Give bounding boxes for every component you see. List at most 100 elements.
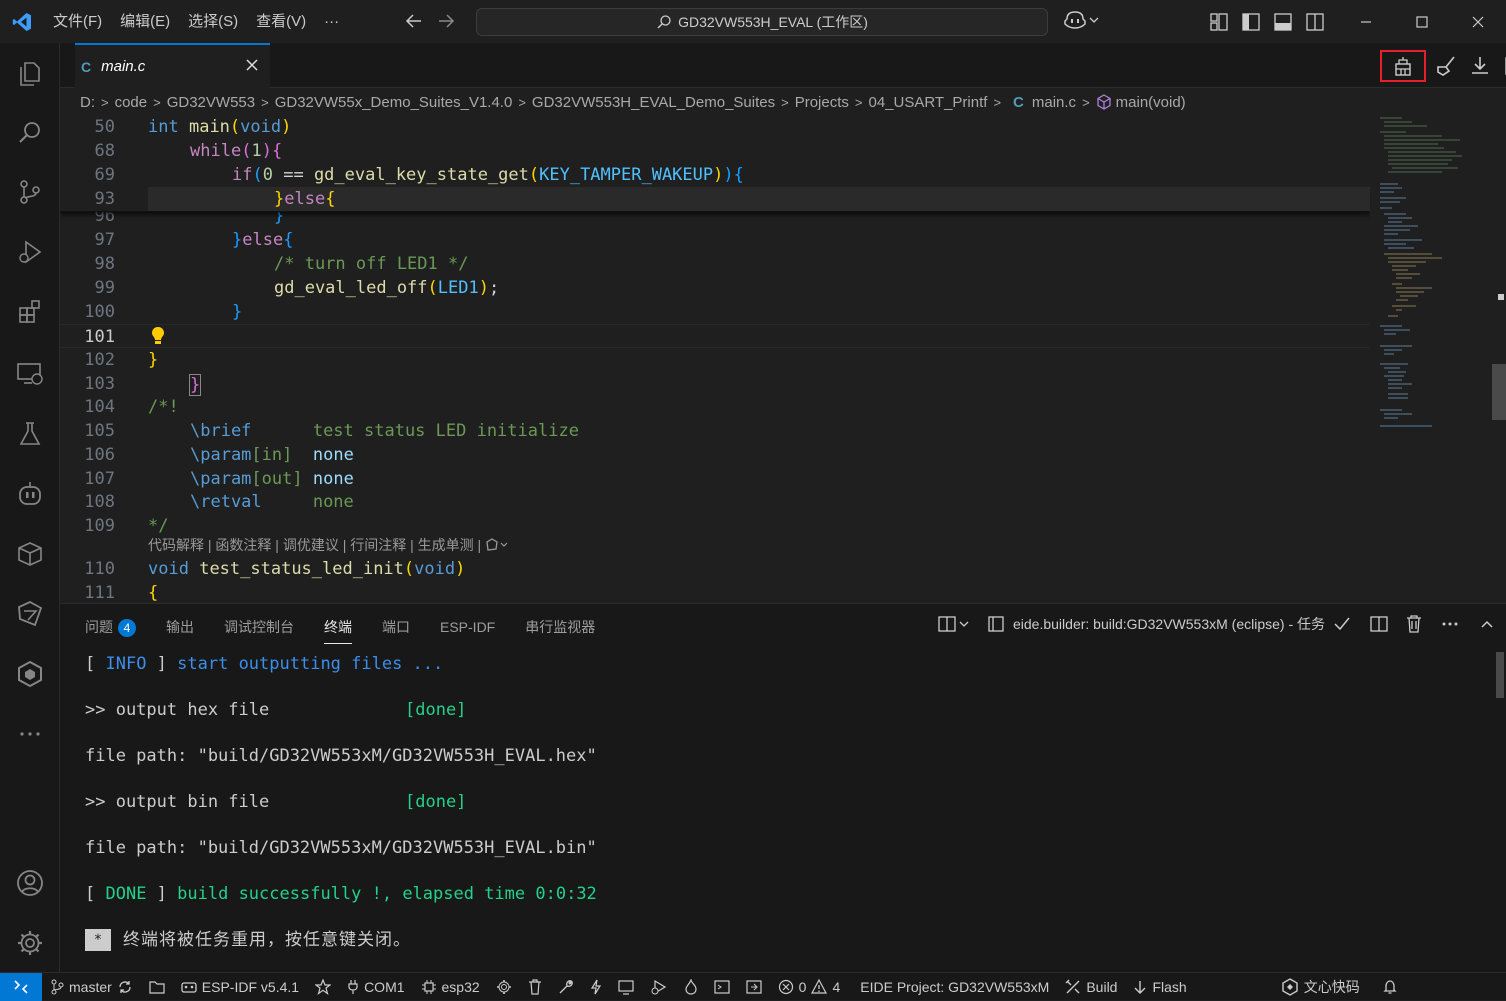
esp-idf-version[interactable]: ESP-IDF v5.4.1 xyxy=(173,973,307,1001)
target-selector[interactable]: esp32 xyxy=(413,973,488,1001)
close-window-icon[interactable] xyxy=(1450,0,1506,43)
flash-bolt-icon[interactable] xyxy=(582,973,610,1001)
toggle-primary-sidebar-icon[interactable] xyxy=(1240,11,1262,33)
full-clean-trash-icon[interactable] xyxy=(520,973,550,1001)
minimap-preview xyxy=(1380,117,1462,427)
debug-icon[interactable] xyxy=(642,973,676,1001)
extensions-icon[interactable] xyxy=(0,288,60,336)
error-icon xyxy=(778,979,794,995)
tab-ports[interactable]: 端口 xyxy=(382,616,410,640)
breadcrumb-item[interactable]: Projects xyxy=(795,94,849,111)
more-views-icon[interactable] xyxy=(0,710,60,758)
tab-main-c[interactable]: C main.c xyxy=(75,43,270,88)
eide-flash[interactable]: Flash xyxy=(1125,973,1194,1001)
panel-scrollbar[interactable] xyxy=(1492,652,1506,972)
back-arrow-icon[interactable] xyxy=(404,10,424,32)
tab-debug-console[interactable]: 调试控制台 xyxy=(224,616,294,640)
testing-flask-icon[interactable] xyxy=(0,410,60,458)
terminal-line: >> output bin file [done] xyxy=(85,792,467,812)
clean-broom-icon[interactable] xyxy=(1432,52,1460,80)
code-editor[interactable]: 96} 97}else{ 98/* turn off LED1 */ 99 gd_… xyxy=(60,114,1370,602)
notifications-bell-icon[interactable] xyxy=(1374,973,1406,1001)
search-view-icon[interactable] xyxy=(0,109,60,157)
more-panel-actions-icon[interactable] xyxy=(1441,620,1459,628)
breadcrumb-item[interactable]: main.c xyxy=(1032,94,1076,111)
eide-icon[interactable] xyxy=(0,650,60,698)
build-flash-monitor-flame-icon[interactable] xyxy=(676,973,706,1001)
kill-terminal-trash-icon[interactable] xyxy=(1405,614,1423,634)
copilot-menu[interactable] xyxy=(1064,11,1099,29)
open-external-icon[interactable] xyxy=(738,973,770,1001)
panel-scroll-thumb[interactable] xyxy=(1496,652,1504,698)
wenxin-kuaima[interactable]: 文心快码 xyxy=(1273,973,1368,1001)
folder-icon[interactable] xyxy=(141,973,173,1001)
menu-file[interactable]: 文件(F) xyxy=(44,0,111,43)
menu-edit[interactable]: 编辑(E) xyxy=(111,0,179,43)
title-bar: 文件(F) 编辑(E) 选择(S) 查看(V) ··· GD32VW553H_E… xyxy=(0,0,1506,43)
maximize-panel-icon[interactable] xyxy=(1479,616,1495,632)
menu-selection[interactable]: 选择(S) xyxy=(179,0,247,43)
tab-problems[interactable]: 问题 4 xyxy=(85,616,136,640)
eide-build[interactable]: Build xyxy=(1057,973,1125,1001)
breadcrumb-item[interactable]: 04_USART_Printf xyxy=(868,94,987,111)
maximize-icon[interactable] xyxy=(1394,0,1450,43)
split-editor-icon[interactable] xyxy=(1500,52,1506,80)
sticky-line[interactable]: 93}else{ xyxy=(60,187,1370,211)
serial-port-selector[interactable]: COM1 xyxy=(339,973,412,1001)
editor-vertical-scrollbar[interactable] xyxy=(1492,114,1506,602)
status-bar: master ESP-IDF v5.4.1 COM1 esp32 0 4 EID… xyxy=(0,972,1506,1001)
remote-indicator-icon[interactable] xyxy=(0,972,42,1001)
sdk-config-gear-icon[interactable] xyxy=(488,973,520,1001)
scroll-thumb[interactable] xyxy=(1492,364,1506,420)
chip-tools-icon[interactable] xyxy=(0,590,60,638)
tab-output[interactable]: 输出 xyxy=(166,616,194,640)
command-center-search[interactable]: GD32VW553H_EVAL (工作区) xyxy=(476,8,1048,36)
menu-more[interactable]: ··· xyxy=(315,0,348,43)
remote-explorer-icon[interactable] xyxy=(0,350,60,398)
sticky-scroll-header: 50 int main(void) 68 while(1){ 69 if(0 == g… xyxy=(60,114,1370,212)
close-tab-icon[interactable] xyxy=(244,57,260,73)
settings-gear-icon[interactable] xyxy=(0,919,60,967)
eide-project[interactable]: EIDE Project: GD32VW553xM xyxy=(852,973,1057,1001)
vscode-logo-icon xyxy=(0,0,44,43)
ai-codelens-hint[interactable]: 代码解释 | 函数注释 | 调优建议 | 行间注释 | 生成单测 | xyxy=(148,535,509,555)
breadcrumb-item[interactable]: D: xyxy=(80,94,95,111)
breadcrumb: D: > code > GD32VW553 > GD32VW55x_Demo_Suit… xyxy=(80,90,1186,114)
tab-serial-monitor[interactable]: 串行监视器 xyxy=(525,616,595,640)
monitor-icon[interactable] xyxy=(610,973,642,1001)
customize-layout-icon[interactable] xyxy=(1208,11,1230,33)
source-control-icon[interactable] xyxy=(0,168,60,216)
terminal-icon[interactable] xyxy=(706,973,738,1001)
task-terminal-label[interactable]: eide.builder: build:GD32VW553xM (eclipse… xyxy=(1013,614,1325,634)
git-branch[interactable]: master xyxy=(42,973,141,1001)
minimize-icon[interactable] xyxy=(1338,0,1394,43)
tab-esp-idf[interactable]: ESP-IDF xyxy=(440,616,495,640)
package-icon[interactable] xyxy=(0,530,60,578)
run-debug-icon[interactable] xyxy=(0,228,60,276)
download-flash-icon[interactable] xyxy=(1466,52,1494,80)
star-icon[interactable] xyxy=(307,973,339,1001)
panel-tabs: 问题 4 输出 调试控制台 终端 端口 ESP-IDF 串行监视器 xyxy=(85,616,625,644)
forward-arrow-icon[interactable] xyxy=(436,10,456,32)
new-terminal-layout-icon[interactable] xyxy=(937,614,969,634)
accounts-icon[interactable] xyxy=(0,859,60,907)
build-project-button[interactable] xyxy=(1380,50,1426,82)
split-terminal-icon[interactable] xyxy=(1369,614,1389,634)
breadcrumb-item[interactable]: main(void) xyxy=(1116,94,1186,111)
sync-icon[interactable] xyxy=(117,979,133,995)
toggle-secondary-sidebar-icon[interactable] xyxy=(1304,11,1326,33)
tab-terminal[interactable]: 终端 xyxy=(324,616,352,644)
menu-view[interactable]: 查看(V) xyxy=(247,0,315,43)
lightbulb-icon[interactable] xyxy=(150,326,166,346)
breadcrumb-item[interactable]: GD32VW553H_EVAL_Demo_Suites xyxy=(532,94,775,111)
breadcrumb-item[interactable]: GD32VW553 xyxy=(167,94,255,111)
breadcrumb-item[interactable]: code xyxy=(115,94,148,111)
chevron-right-icon: > xyxy=(101,94,109,110)
breadcrumb-item[interactable]: GD32VW55x_Demo_Suites_V1.4.0 xyxy=(275,94,513,111)
build-wrench-icon[interactable] xyxy=(550,973,582,1001)
ai-assistant-icon[interactable] xyxy=(0,470,60,518)
explorer-icon[interactable] xyxy=(0,50,60,98)
minimap[interactable] xyxy=(1372,114,1492,602)
problems-summary[interactable]: 0 4 xyxy=(770,973,849,1001)
toggle-panel-icon[interactable] xyxy=(1272,11,1294,33)
